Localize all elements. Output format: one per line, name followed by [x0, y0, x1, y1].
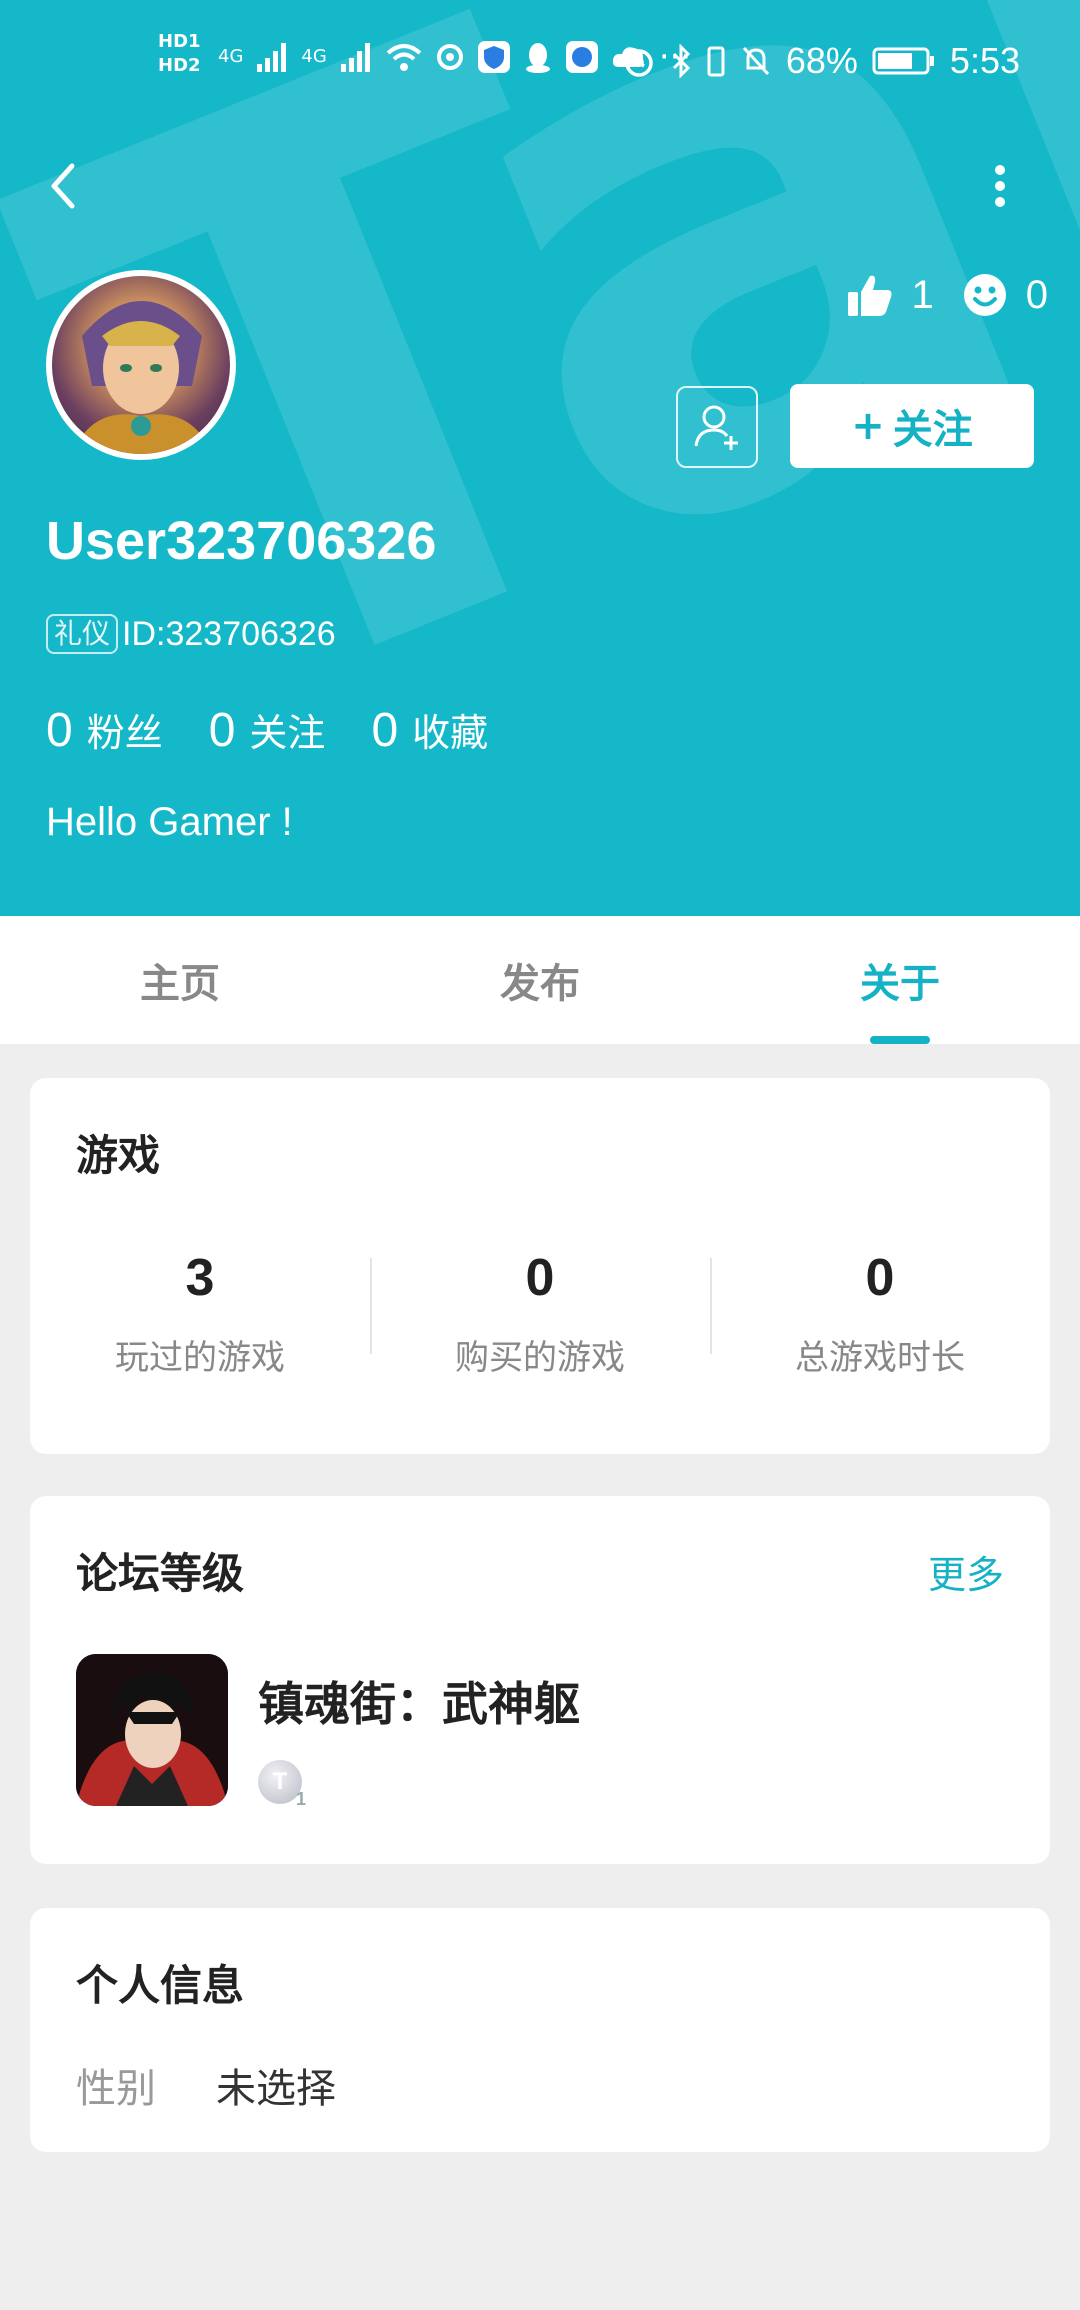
more-menu-button[interactable]: [982, 158, 1018, 214]
purchased-games-stat[interactable]: 0 购买的游戏: [370, 1248, 710, 1379]
forum-more-link[interactable]: 更多: [928, 1544, 1004, 1599]
stat-fans[interactable]: 0 粉丝: [46, 702, 163, 758]
etiquette-badge[interactable]: 礼仪: [46, 614, 119, 654]
forum-card-title: 论坛等级: [76, 1549, 245, 1598]
vibrate-battery-icon: [707, 46, 725, 77]
hd-indicator: HD1 HD2: [158, 31, 201, 76]
follow-button[interactable]: + 关注: [790, 384, 1034, 468]
add-user-icon: [694, 405, 738, 450]
game-icon: [76, 1654, 228, 1806]
plus-icon: +: [851, 403, 885, 449]
thumbs-up-icon: [847, 275, 892, 316]
gender-row: 性别 未选择: [76, 2056, 336, 2114]
more-vertical-icon: [995, 165, 1005, 207]
profile-header: TapTap HD1 HD2 4G 4G ··· 68% 5:53: [0, 0, 1080, 916]
forum-level-card: 论坛等级 更多 镇魂街：武神躯 T 1: [30, 1496, 1050, 1864]
total-playtime-stat[interactable]: 0 总游戏时长: [710, 1248, 1050, 1379]
info-card-title: 个人信息: [76, 1961, 245, 2010]
likes-count: 1: [911, 272, 934, 317]
forum-game-name: 镇魂街：武神躯: [258, 1677, 580, 1731]
game-art: [76, 1654, 228, 1806]
signal-icon: [257, 43, 287, 72]
signal-label-2: 4G: [301, 46, 327, 67]
games-card-title: 游戏: [76, 1131, 161, 1180]
smile-group[interactable]: 0: [962, 272, 1048, 318]
network-icons: 4G 4G ···: [218, 40, 691, 74]
back-arrow-icon: [51, 163, 75, 209]
clock: 5:53: [949, 40, 1020, 81]
tab-posts[interactable]: 发布: [360, 916, 720, 1044]
signal-label-1: 4G: [218, 46, 244, 67]
add-friend-button[interactable]: [676, 386, 758, 468]
qq-icon: [525, 43, 550, 73]
username: User323706326: [46, 511, 437, 571]
battery-icon: [872, 47, 934, 75]
forum-item[interactable]: 镇魂街：武神躯 T 1: [76, 1654, 580, 1809]
follow-label: 关注: [892, 407, 973, 453]
browser-icon: [565, 41, 598, 73]
shield-icon: [477, 41, 510, 73]
follow-stats: 0 粉丝 0 关注 0 收藏: [46, 702, 488, 758]
user-avatar[interactable]: [46, 270, 236, 460]
personal-info-card: 个人信息 性别 未选择: [30, 1908, 1050, 2152]
bluetooth-icon: [672, 44, 690, 78]
stat-favorites[interactable]: 0 收藏: [371, 702, 488, 758]
back-button[interactable]: [44, 158, 84, 214]
played-games-stat[interactable]: 3 玩过的游戏: [30, 1248, 370, 1379]
profile-tabs: 主页 发布 关于: [0, 916, 1080, 1044]
stat-following[interactable]: 0 关注: [209, 702, 326, 758]
tab-about[interactable]: 关于: [720, 916, 1080, 1044]
smile-icon: [963, 274, 1006, 316]
tab-home[interactable]: 主页: [0, 916, 360, 1044]
active-tab-indicator: [870, 1036, 930, 1044]
like-group[interactable]: 1: [846, 272, 934, 318]
gender-label: 性别: [76, 2066, 156, 2112]
games-stats: 3 玩过的游戏 0 购买的游戏 0 总游戏时长: [30, 1248, 1050, 1379]
status-bar: HD1 HD2 4G 4G ··· 68% 5:53: [0, 0, 1080, 120]
games-card: 游戏 3 玩过的游戏 0 购买的游戏 0 总游戏时长: [30, 1078, 1050, 1454]
user-id: ID:323706326: [122, 614, 336, 653]
battery-percent: 68%: [785, 40, 858, 81]
avatar-illustration: [72, 301, 212, 454]
level-badge-icon: T 1: [258, 1760, 306, 1809]
status-right: 68% 5:53: [622, 40, 1020, 82]
alarm-icon: [625, 49, 653, 77]
mute-icon: [742, 46, 769, 76]
wifi-icon: [386, 44, 422, 71]
gender-value: 未选择: [216, 2066, 336, 2112]
smiles-count: 0: [1025, 272, 1048, 317]
signal-icon: [340, 43, 370, 72]
user-id-row: 礼仪 ID:323706326: [46, 614, 336, 654]
reactions: 1 0: [846, 272, 1048, 318]
user-bio: Hello Gamer !: [46, 800, 293, 844]
app-swirl-icon: [436, 44, 463, 70]
